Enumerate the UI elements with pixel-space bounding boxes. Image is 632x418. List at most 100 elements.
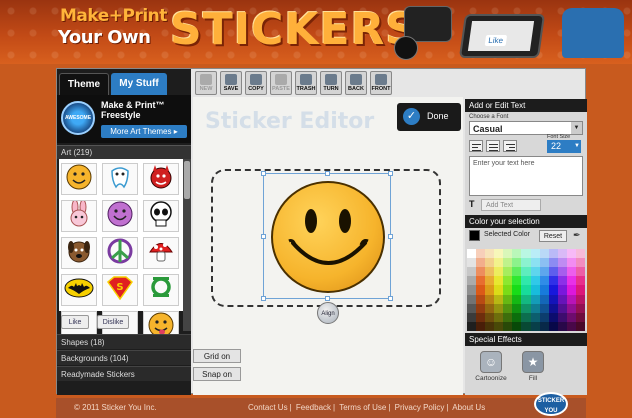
palette-swatch[interactable] — [512, 258, 522, 268]
resize-handle-e[interactable] — [388, 234, 393, 239]
dislike-button[interactable]: Dislike — [97, 315, 129, 329]
grid-toggle[interactable]: Grid on — [193, 349, 241, 363]
art-scrollbar-thumb[interactable] — [184, 161, 190, 199]
tab-my-stuff[interactable]: My Stuff — [111, 73, 167, 95]
text-input[interactable]: Enter your text here — [469, 156, 583, 196]
palette-swatch[interactable] — [485, 303, 495, 313]
resize-handle-nw[interactable] — [261, 171, 266, 176]
palette-swatch[interactable] — [494, 294, 504, 304]
palette-swatch[interactable] — [548, 294, 558, 304]
palette-swatch[interactable] — [485, 267, 495, 277]
palette-swatch[interactable] — [467, 285, 477, 295]
palette-swatch[interactable] — [539, 258, 549, 268]
palette-swatch[interactable] — [575, 303, 585, 313]
palette-swatch[interactable] — [548, 267, 558, 277]
palette-swatch[interactable] — [494, 276, 504, 286]
palette-swatch[interactable] — [476, 303, 486, 313]
palette-swatch[interactable] — [557, 249, 567, 259]
palette-swatch[interactable] — [476, 258, 486, 268]
palette-swatch[interactable] — [539, 321, 549, 331]
palette-swatch[interactable] — [575, 258, 585, 268]
palette-swatch[interactable] — [476, 249, 486, 259]
palette-swatch[interactable] — [476, 276, 486, 286]
palette-swatch[interactable] — [512, 267, 522, 277]
like-button[interactable]: Like — [61, 315, 89, 329]
art-item[interactable]: S — [102, 274, 138, 306]
resize-handle-ne[interactable] — [388, 171, 393, 176]
section-art[interactable]: Art (219) — [57, 145, 191, 159]
footer-link-about[interactable]: About Us — [452, 403, 485, 412]
font-select[interactable]: Casual ▼ — [469, 121, 583, 135]
editor-canvas[interactable]: Sticker Editor ✓ Done Align Grid on Snap… — [193, 97, 463, 395]
palette-swatch[interactable] — [539, 267, 549, 277]
palette-swatch[interactable] — [485, 276, 495, 286]
palette-swatch[interactable] — [539, 285, 549, 295]
palette-swatch[interactable] — [512, 276, 522, 286]
palette-swatch[interactable] — [575, 294, 585, 304]
palette-swatch[interactable] — [494, 321, 504, 331]
palette-swatch[interactable] — [476, 321, 486, 331]
palette-swatch[interactable] — [575, 249, 585, 259]
resize-handle-s[interactable] — [325, 296, 330, 301]
palette-swatch[interactable] — [566, 258, 576, 268]
palette-swatch[interactable] — [548, 276, 558, 286]
palette-swatch[interactable] — [467, 258, 477, 268]
trash-button[interactable]: TRASH — [295, 71, 317, 95]
palette-swatch[interactable] — [467, 303, 477, 313]
section-readymade-stickers[interactable]: Readymade Stickers — [57, 366, 191, 381]
palette-swatch[interactable] — [476, 285, 486, 295]
art-item[interactable] — [61, 163, 97, 195]
art-item[interactable] — [102, 237, 138, 269]
palette-swatch[interactable] — [503, 258, 513, 268]
fill-button[interactable]: ★ Fill — [513, 351, 553, 393]
art-item[interactable] — [102, 163, 138, 195]
palette-swatch[interactable] — [485, 312, 495, 322]
tab-theme[interactable]: Theme — [59, 73, 109, 95]
palette-swatch[interactable] — [467, 267, 477, 277]
palette-swatch[interactable] — [530, 267, 540, 277]
palette-swatch[interactable] — [566, 303, 576, 313]
palette-swatch[interactable] — [521, 249, 531, 259]
palette-swatch[interactable] — [566, 294, 576, 304]
add-text-button[interactable]: Add Text — [481, 199, 541, 211]
palette-swatch[interactable] — [557, 312, 567, 322]
palette-swatch[interactable] — [521, 312, 531, 322]
back-button[interactable]: BACK — [345, 71, 367, 95]
palette-swatch[interactable] — [467, 276, 477, 286]
palette-swatch[interactable] — [575, 276, 585, 286]
art-item[interactable] — [143, 163, 179, 195]
palette-swatch[interactable] — [494, 303, 504, 313]
palette-swatch[interactable] — [521, 267, 531, 277]
palette-swatch[interactable] — [521, 276, 531, 286]
palette-swatch[interactable] — [512, 303, 522, 313]
palette-swatch[interactable] — [539, 249, 549, 259]
save-button[interactable]: SAVE — [220, 71, 242, 95]
palette-swatch[interactable] — [566, 276, 576, 286]
palette-swatch[interactable] — [503, 267, 513, 277]
palette-swatch[interactable] — [494, 267, 504, 277]
palette-swatch[interactable] — [503, 285, 513, 295]
palette-swatch[interactable] — [512, 249, 522, 259]
palette-swatch[interactable] — [485, 294, 495, 304]
palette-swatch[interactable] — [485, 249, 495, 259]
done-button[interactable]: ✓ Done — [397, 103, 461, 131]
palette-swatch[interactable] — [539, 312, 549, 322]
palette-swatch[interactable] — [575, 285, 585, 295]
palette-swatch[interactable] — [521, 294, 531, 304]
art-scrollbar[interactable] — [183, 159, 191, 331]
palette-swatch[interactable] — [530, 258, 540, 268]
palette-swatch[interactable] — [548, 321, 558, 331]
palette-swatch[interactable] — [530, 303, 540, 313]
align-right-button[interactable] — [503, 140, 517, 152]
palette-swatch[interactable] — [485, 258, 495, 268]
palette-swatch[interactable] — [566, 285, 576, 295]
palette-swatch[interactable] — [557, 303, 567, 313]
palette-swatch[interactable] — [521, 321, 531, 331]
turn-button[interactable]: TURN — [320, 71, 342, 95]
resize-handle-se[interactable] — [388, 296, 393, 301]
align-center-button[interactable] — [486, 140, 500, 152]
art-item[interactable] — [61, 200, 97, 232]
reset-color-button[interactable]: Reset — [539, 230, 567, 242]
section-shapes[interactable]: Shapes (18) — [57, 334, 191, 349]
palette-swatch[interactable] — [548, 249, 558, 259]
